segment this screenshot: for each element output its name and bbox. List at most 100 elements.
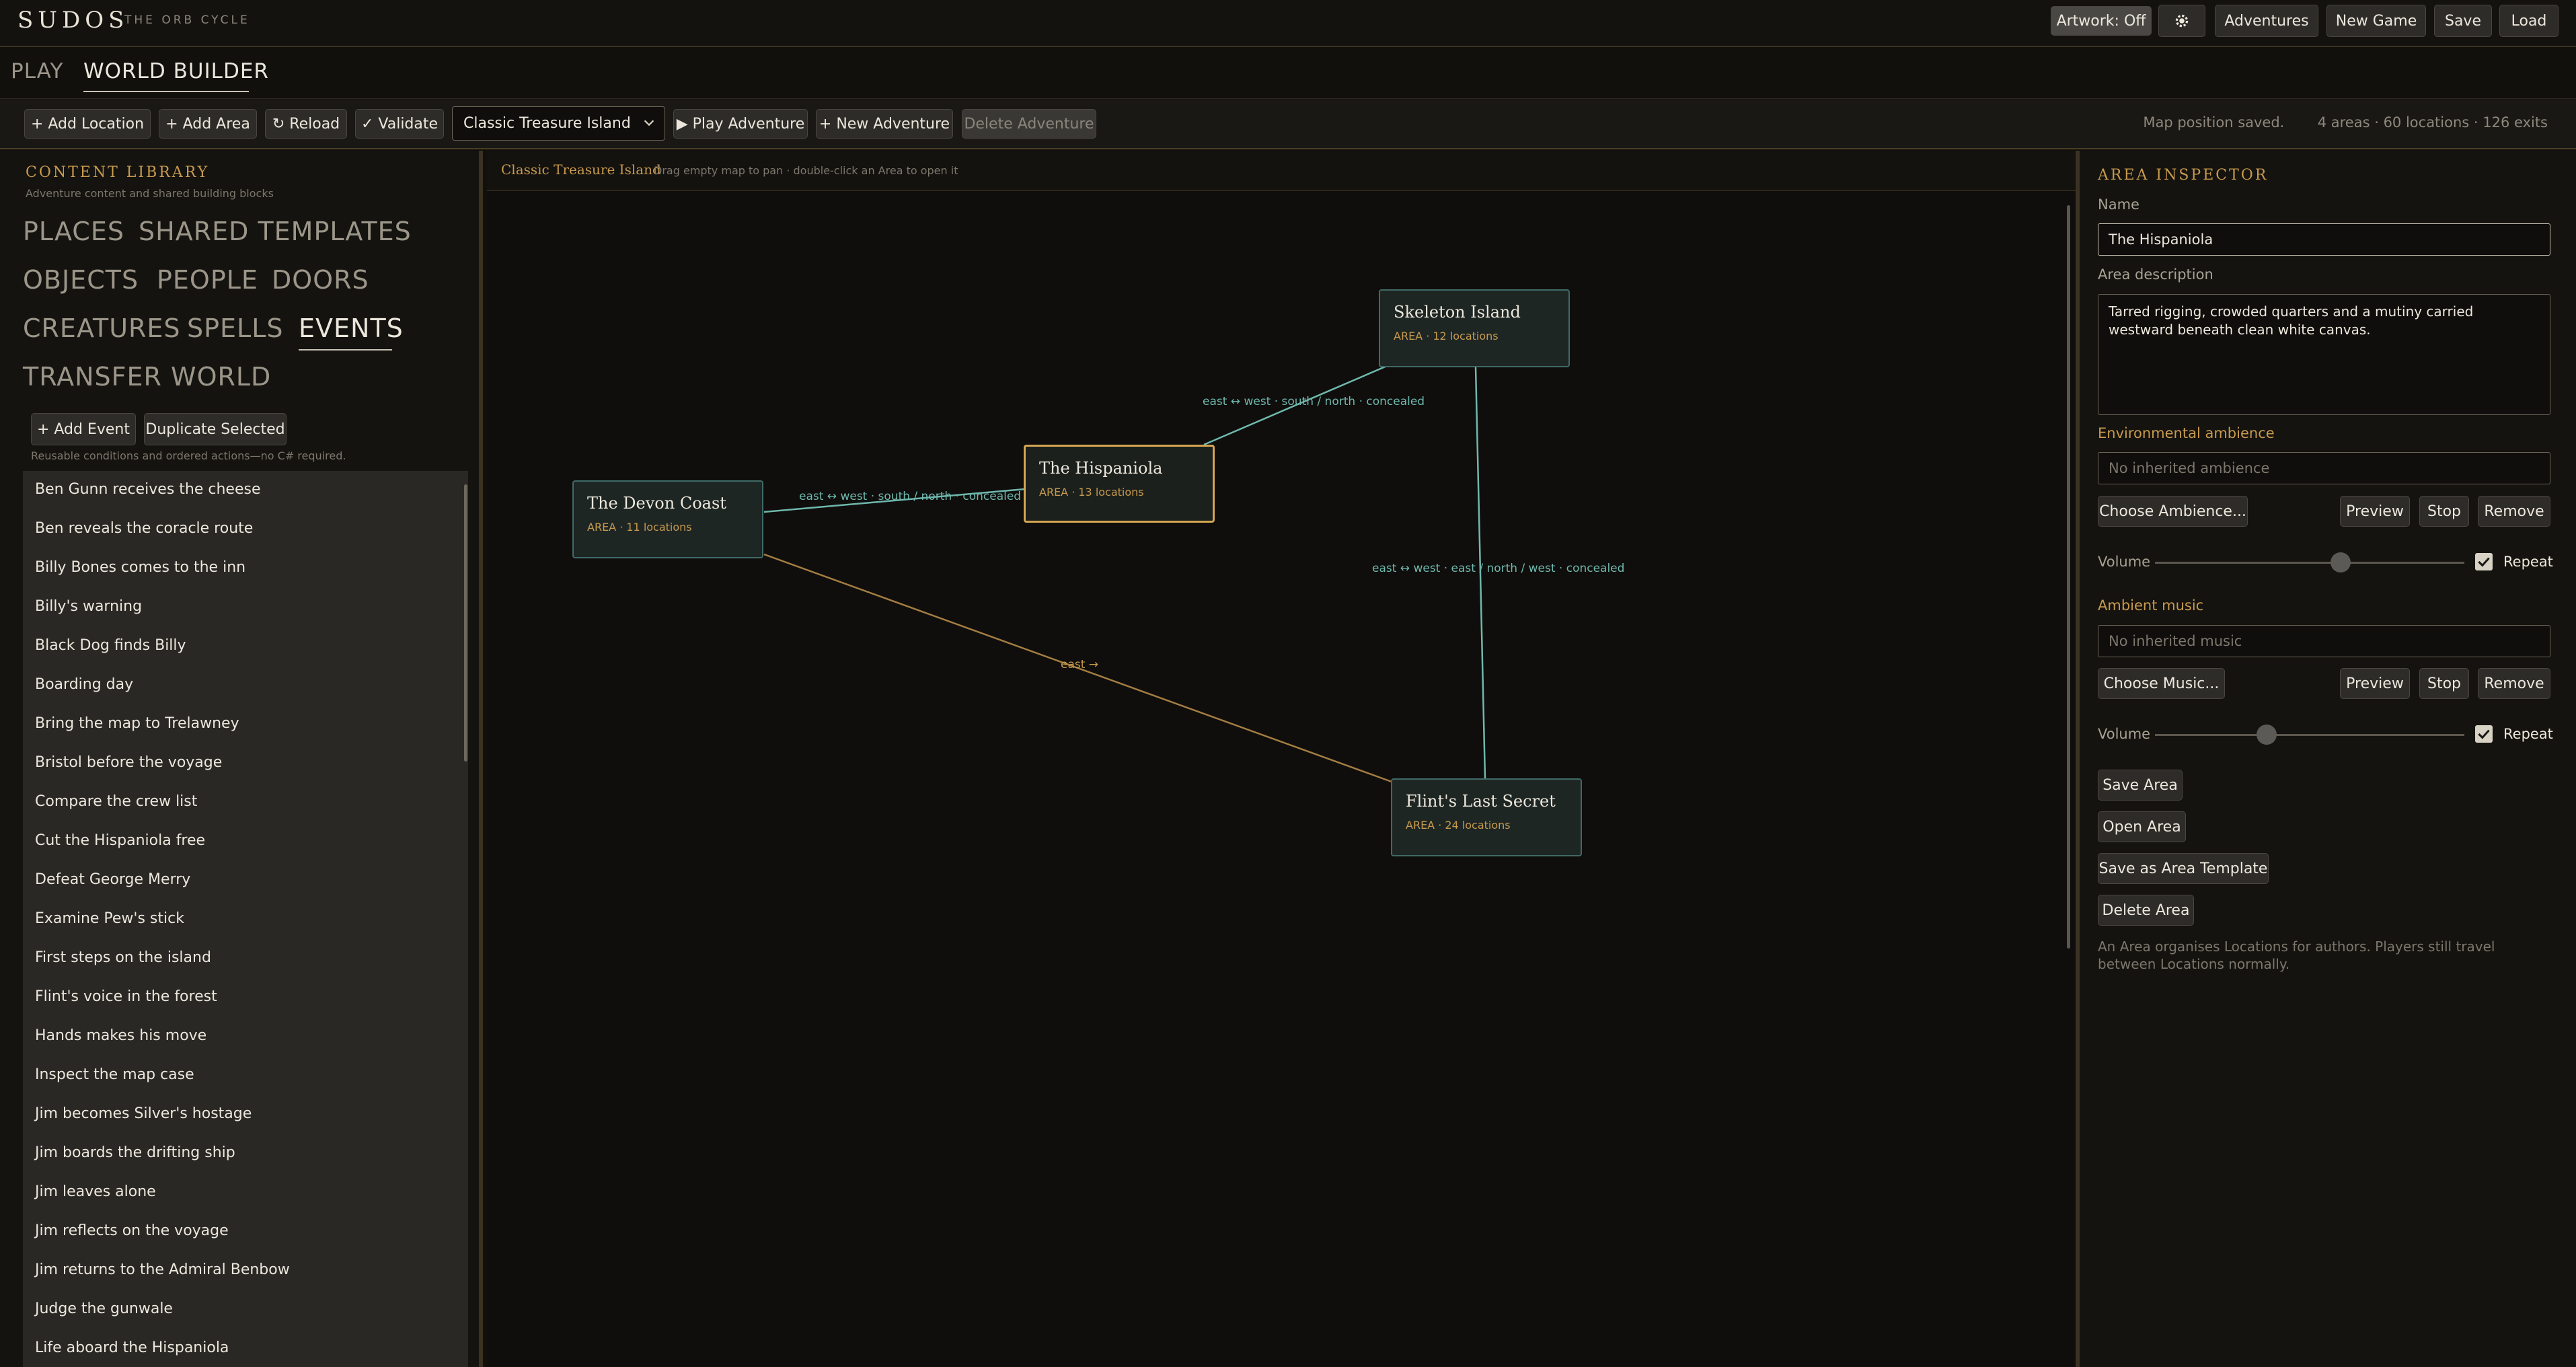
- ambience-volume-thumb[interactable]: [2331, 552, 2351, 572]
- list-item[interactable]: Jim becomes Silver's hostage: [35, 1105, 252, 1122]
- ambience-field[interactable]: No inherited ambience: [2098, 452, 2550, 484]
- list-item[interactable]: Inspect the map case: [35, 1066, 194, 1083]
- new-game-button[interactable]: New Game: [2326, 5, 2426, 37]
- active-category-indicator: [299, 349, 392, 350]
- category-people[interactable]: PEOPLE: [157, 265, 258, 295]
- play-adventure-button[interactable]: ▶ Play Adventure: [673, 109, 808, 139]
- list-item[interactable]: Jim leaves alone: [35, 1183, 156, 1200]
- duplicate-selected-button[interactable]: Duplicate Selected: [144, 413, 287, 445]
- category-doors[interactable]: DOORS: [272, 265, 369, 295]
- list-item[interactable]: Defeat George Merry: [35, 871, 190, 888]
- list-item[interactable]: Bristol before the voyage: [35, 754, 222, 771]
- active-tab-indicator: [83, 91, 249, 92]
- list-item[interactable]: Compare the crew list: [35, 793, 197, 810]
- delete-adventure-button[interactable]: Delete Adventure: [962, 109, 1096, 139]
- preview-ambience-button[interactable]: Preview: [2340, 496, 2410, 527]
- area-description-field[interactable]: Tarred rigging, crowded quarters and a m…: [2098, 294, 2550, 415]
- status-text: Map position saved. 4 areas · 60 locatio…: [2143, 114, 2548, 131]
- new-adventure-button[interactable]: + New Adventure: [816, 109, 953, 139]
- category-shared-templates[interactable]: SHARED TEMPLATES: [139, 217, 412, 246]
- list-item[interactable]: Life aboard the Hispaniola: [35, 1339, 229, 1356]
- category-objects[interactable]: OBJECTS: [23, 265, 139, 295]
- list-item[interactable]: Billy's warning: [35, 598, 142, 615]
- ambience-repeat-checkbox[interactable]: [2475, 553, 2493, 570]
- list-item[interactable]: Bring the map to Trelawney: [35, 715, 239, 732]
- area-node-name: Flint's Last Secret: [1406, 792, 1556, 811]
- tab-world-builder[interactable]: WORLD BUILDER: [83, 59, 269, 83]
- music-volume-thumb[interactable]: [2256, 725, 2277, 745]
- adventures-button[interactable]: Adventures: [2215, 5, 2318, 37]
- library-title: CONTENT LIBRARY: [26, 164, 210, 181]
- area-node-the-devon-coast[interactable]: The Devon Coast AREA · 11 locations: [572, 480, 763, 558]
- music-volume-slider[interactable]: [2155, 725, 2464, 745]
- category-world[interactable]: WORLD: [171, 362, 271, 392]
- area-node-the-hispaniola[interactable]: The Hispaniola AREA · 13 locations: [1024, 445, 1215, 523]
- list-item[interactable]: Examine Pew's stick: [35, 910, 184, 927]
- tab-play[interactable]: PLAY: [11, 59, 63, 83]
- edge-label: east ↔ west · south / north · concealed: [1203, 395, 1425, 408]
- list-item[interactable]: Ben reveals the coracle route: [35, 520, 253, 537]
- preview-music-button[interactable]: Preview: [2340, 668, 2410, 699]
- list-item[interactable]: Billy Bones comes to the inn: [35, 559, 245, 576]
- list-item[interactable]: Boarding day: [35, 676, 133, 693]
- save-game-button[interactable]: Save: [2434, 5, 2492, 37]
- list-item[interactable]: Cut the Hispaniola free: [35, 832, 205, 849]
- list-item[interactable]: Hands makes his move: [35, 1027, 206, 1044]
- validate-button[interactable]: ✓ Validate: [355, 109, 444, 139]
- library-subtitle: Adventure content and shared building bl…: [26, 187, 274, 200]
- open-area-button[interactable]: Open Area: [2098, 811, 2186, 842]
- area-name-field[interactable]: The Hispaniola: [2098, 223, 2550, 256]
- list-item[interactable]: Black Dog finds Billy: [35, 637, 186, 654]
- area-node-meta: AREA · 13 locations: [1039, 486, 1144, 498]
- remove-music-button[interactable]: Remove: [2478, 668, 2550, 699]
- ambience-volume-label: Volume: [2098, 554, 2151, 570]
- event-list[interactable]: Ben Gunn receives the cheese Ben reveals…: [23, 471, 468, 1367]
- app-subtitle: THE ORB CYCLE: [124, 13, 250, 27]
- adventure-select[interactable]: Classic Treasure Island: [452, 106, 665, 141]
- category-events[interactable]: EVENTS: [299, 313, 404, 343]
- category-places[interactable]: PLACES: [23, 217, 124, 246]
- add-event-button[interactable]: + Add Event: [31, 413, 136, 445]
- save-area-button[interactable]: Save Area: [2098, 770, 2183, 801]
- music-field[interactable]: No inherited music: [2098, 625, 2550, 657]
- area-node-name: Skeleton Island: [1394, 303, 1521, 322]
- add-location-button[interactable]: + Add Location: [24, 109, 151, 139]
- music-label: Ambient music: [2098, 597, 2204, 614]
- edge-label: east →: [1061, 658, 1099, 671]
- area-node-skeleton-island[interactable]: Skeleton Island AREA · 12 locations: [1379, 289, 1570, 367]
- description-label: Area description: [2098, 266, 2213, 283]
- map-connections: [763, 365, 1486, 783]
- reload-button[interactable]: ↻ Reload: [265, 109, 347, 139]
- ambience-volume-slider[interactable]: [2155, 552, 2464, 572]
- area-node-flints-last-secret[interactable]: Flint's Last Secret AREA · 24 locations: [1391, 778, 1582, 856]
- list-item[interactable]: Judge the gunwale: [35, 1300, 173, 1317]
- list-item[interactable]: Jim boards the drifting ship: [35, 1144, 235, 1161]
- event-list-scrollbar[interactable]: [464, 484, 467, 762]
- choose-ambience-button[interactable]: Choose Ambience...: [2098, 496, 2248, 527]
- stop-music-button[interactable]: Stop: [2419, 668, 2469, 699]
- category-creatures[interactable]: CREATURES: [23, 313, 181, 343]
- area-node-meta: AREA · 24 locations: [1406, 819, 1511, 832]
- remove-ambience-button[interactable]: Remove: [2478, 496, 2550, 527]
- list-item[interactable]: Jim returns to the Admiral Benbow: [35, 1261, 290, 1278]
- adventure-select-value: Classic Treasure Island: [463, 115, 631, 132]
- load-game-button[interactable]: Load: [2499, 5, 2559, 37]
- list-item[interactable]: Jim reflects on the voyage: [35, 1222, 229, 1239]
- name-label: Name: [2098, 196, 2139, 213]
- map-hint: Drag empty map to pan · double-click an …: [654, 164, 958, 177]
- list-item[interactable]: Flint's voice in the forest: [35, 988, 217, 1005]
- list-item[interactable]: First steps on the island: [35, 949, 211, 966]
- artwork-toggle-button[interactable]: Artwork: Off: [2051, 6, 2152, 36]
- delete-area-button[interactable]: Delete Area: [2098, 895, 2194, 926]
- music-repeat-checkbox[interactable]: [2475, 725, 2493, 743]
- settings-button[interactable]: [2158, 5, 2205, 37]
- stop-ambience-button[interactable]: Stop: [2419, 496, 2469, 527]
- choose-music-button[interactable]: Choose Music...: [2098, 668, 2225, 699]
- category-transfer[interactable]: TRANSFER: [23, 362, 162, 392]
- add-area-button[interactable]: + Add Area: [159, 109, 257, 139]
- save-area-template-button[interactable]: Save as Area Template: [2098, 853, 2269, 884]
- list-item[interactable]: Ben Gunn receives the cheese: [35, 481, 261, 498]
- status-counts: 4 areas · 60 locations · 126 exits: [2317, 114, 2548, 131]
- category-spells[interactable]: SPELLS: [187, 313, 284, 343]
- chevron-down-icon: [644, 120, 654, 126]
